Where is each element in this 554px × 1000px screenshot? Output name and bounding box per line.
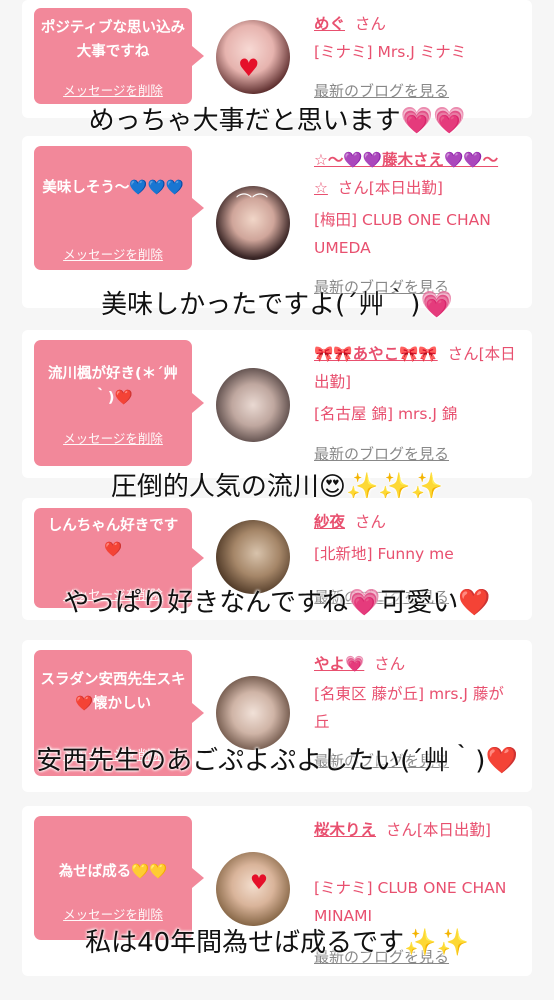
shop-name[interactable]: [名東区 藤が丘] mrs.J 藤が丘 [314,680,518,736]
message-bubble: 美味しそう〜💙💙💙 メッセージを削除 [34,146,204,270]
avatar[interactable]: ⌒⌒ [216,186,290,260]
delete-message-link[interactable]: メッセージを削除 [34,428,192,447]
user-name-link[interactable]: 紗夜 [314,513,345,531]
heart-sticker-icon: ♥ [250,870,268,894]
bubble-message: 為せば成る💛💛 [58,864,168,880]
user-name-line: めぐ さん [314,10,518,38]
user-name-line: やよ💗 さん [314,650,518,678]
user-name-line: ☆〜💜💜藤木さえ💜💜〜☆ さん[本日出勤] [314,146,518,202]
bubble-message: 流川楓が好き(＊´艸｀)❤️ [48,366,178,406]
user-name-line: 紗夜 さん [314,508,518,536]
user-name-link[interactable]: めぐ [314,15,345,33]
avatar[interactable] [216,676,290,750]
caption-overlay: 安西先生のあごぷよぷよしたい(´艸｀)❤️ [36,746,518,776]
delete-message-link[interactable]: メッセージを削除 [34,904,192,923]
caption-overlay: 美味しかったですよ(´艸｀)💗 [101,290,453,320]
bubble-message: 美味しそう〜💙💙💙 [42,180,184,196]
bubble-message: スラダン安西先生スキ❤️懐かしい [40,672,186,712]
bunny-ears-icon: ⌒⌒ [236,192,269,211]
shop-name[interactable]: [ミナミ] Mrs.J ミナミ [314,38,518,66]
bubble-message: しんちゃん好きです❤️ [47,518,179,558]
shop-name[interactable]: [梅田] CLUB ONE CHAN UMEDA [314,206,518,262]
user-name-link[interactable]: 🎀🎀あやこ🎀🎀 [314,345,438,363]
user-name-line: 桜木りえ さん[本日出勤] [314,816,518,844]
shop-name[interactable]: [名古屋 錦] mrs.J 錦 [314,400,518,428]
honorific: さん [354,15,386,33]
delete-message-link[interactable]: メッセージを削除 [34,244,192,263]
shop-name[interactable]: [北新地] Funny me [314,540,518,568]
heart-sticker-icon: ♥ [238,54,260,82]
latest-blog-link[interactable]: 最新のブログを見る [314,80,449,101]
avatar[interactable] [216,368,290,442]
avatar[interactable] [216,520,290,594]
latest-blog-link[interactable]: 最新のブログを見る [314,443,449,464]
user-name-line: 🎀🎀あやこ🎀🎀 さん[本日出勤] [314,340,518,396]
bubble-message: ポジティブな思い込み大事ですね [40,20,186,60]
honorific: さん [354,513,386,531]
honorific: さん[本日出勤] [385,821,491,839]
user-name-link[interactable]: やよ💗 [314,655,364,673]
caption-overlay: 私は40年間為せば成るです✨✨ [85,928,469,958]
avatar[interactable]: ♥ [216,20,290,94]
caption-overlay: やっぱり好きなんですね💗可愛い❤️ [63,588,491,618]
message-bubble: 流川楓が好き(＊´艸｀)❤️ メッセージを削除 [34,340,204,466]
message-bubble: ポジティブな思い込み大事ですね メッセージを削除 [34,8,204,104]
shop-name[interactable]: [ミナミ] CLUB ONE CHAN MINAMI [314,874,518,930]
avatar[interactable]: ♥ [216,852,290,926]
message-bubble: 為せば成る💛💛 メッセージを削除 [34,816,204,940]
honorific: さん [374,655,406,673]
honorific: さん[本日出勤] [337,179,443,197]
delete-message-link[interactable]: メッセージを削除 [34,80,192,99]
user-name-link[interactable]: 桜木りえ [314,821,376,839]
caption-overlay: めっちゃ大事だと思います💗💗 [88,106,466,136]
